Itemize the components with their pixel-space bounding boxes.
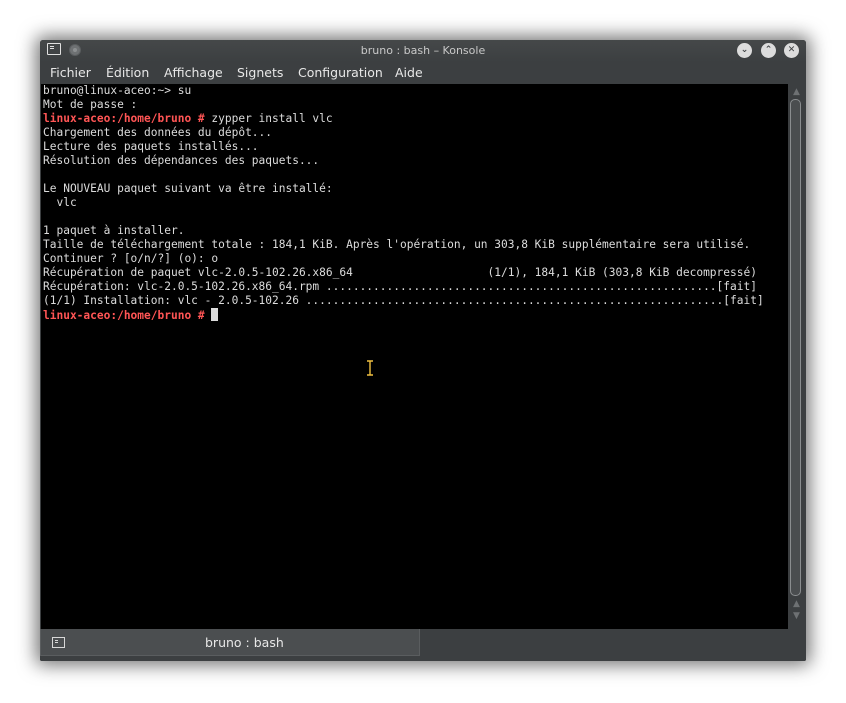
menu-fichier[interactable]: Fichier — [50, 65, 91, 80]
terminal-line: vlc — [43, 196, 77, 209]
terminal-output[interactable]: bruno@linux-aceo:~> su Mot de passe : li… — [41, 84, 788, 629]
tab-label: bruno : bash — [205, 635, 284, 650]
scrollbar-thumb[interactable] — [790, 99, 801, 596]
minimize-button[interactable]: ⌄ — [737, 43, 752, 58]
menu-bar: Fichier Édition Affichage Signets Config… — [40, 62, 806, 84]
terminal-line: Récupération: vlc-2.0.5-102.26.x86_64.rp… — [43, 280, 757, 293]
terminal-line: Lecture des paquets installés... — [43, 140, 259, 153]
menu-signets[interactable]: Signets — [237, 65, 283, 80]
menu-aide[interactable]: Aide — [395, 65, 423, 80]
konsole-window: bruno : bash – Konsole ⌄ ⌃ ✕ Fichier Édi… — [40, 40, 806, 661]
scroll-up-icon[interactable]: ▲ — [791, 88, 802, 97]
window-title: bruno : bash – Konsole — [360, 44, 486, 57]
ibeam-cursor-icon — [367, 360, 373, 376]
tab-bruno-bash[interactable]: bruno : bash — [40, 629, 420, 656]
vertical-scrollbar[interactable]: ▲ ▲ ▼ — [788, 84, 805, 629]
terminal-line: Taille de téléchargement totale : 184,1 … — [43, 238, 751, 251]
terminal-line: Mot de passe : — [43, 98, 138, 111]
menu-edition[interactable]: Édition — [106, 65, 149, 80]
shell-prompt: linux-aceo:/home/bruno # — [43, 309, 205, 322]
text-cursor — [211, 308, 219, 321]
terminal-line: 1 paquet à installer. — [43, 224, 185, 237]
tab-bar: bruno : bash — [40, 629, 806, 661]
scroll-down-icon[interactable]: ▼ — [791, 612, 802, 621]
shell-prompt: linux-aceo:/home/bruno # — [43, 112, 205, 125]
close-button[interactable]: ✕ — [784, 43, 799, 58]
maximize-button[interactable]: ⌃ — [761, 43, 776, 58]
terminal-line: linux-aceo:/home/bruno # zypper install … — [43, 112, 333, 125]
terminal-line: Le NOUVEAU paquet suivant va être instal… — [43, 182, 333, 195]
terminal-line: Résolution des dépendances des paquets..… — [43, 154, 320, 167]
title-bar[interactable]: bruno : bash – Konsole ⌄ ⌃ ✕ — [40, 40, 806, 62]
terminal-line: (1/1) Installation: vlc - 2.0.5-102.26 .… — [43, 294, 764, 307]
terminal-line: Chargement des données du dépôt... — [43, 126, 273, 139]
menu-affichage[interactable]: Affichage — [164, 65, 223, 80]
terminal-line: Récupération de paquet vlc-2.0.5-102.26.… — [43, 266, 757, 279]
terminal-line: Continuer ? [o/n/?] (o): o — [43, 252, 219, 265]
terminal-line: bruno@linux-aceo:~> su — [43, 84, 192, 97]
scroll-up-small-icon[interactable]: ▲ — [791, 600, 802, 609]
terminal-icon — [52, 637, 65, 648]
menu-configuration[interactable]: Configuration — [298, 65, 383, 80]
terminal-line: linux-aceo:/home/bruno # — [43, 308, 219, 322]
